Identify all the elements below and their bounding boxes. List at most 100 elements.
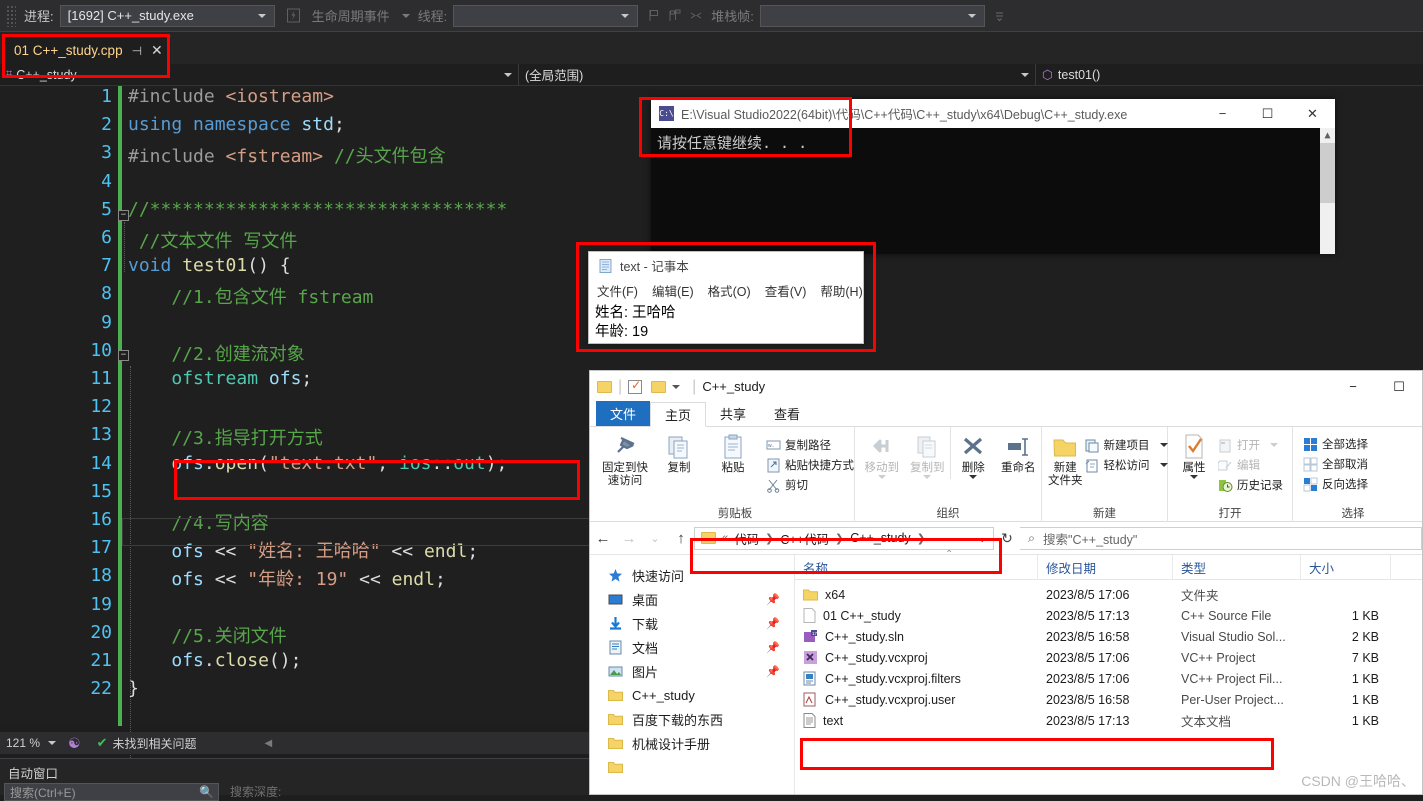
table-row[interactable]: 01 C++_study 2023/8/5 17:13 C++ Source Fil… xyxy=(795,605,1422,626)
close-button[interactable]: ✕ xyxy=(1290,99,1335,128)
pin-to-quick-access-button[interactable]: 固定到快 速访问 xyxy=(598,427,652,495)
code-line[interactable]: //3.指导打开方式 xyxy=(128,424,322,450)
code-line[interactable]: void test01() { xyxy=(128,255,291,276)
search-icon[interactable]: 🔍 xyxy=(199,785,214,799)
history-button[interactable]: 历史记录 xyxy=(1218,475,1284,495)
properties-button[interactable]: 属性 xyxy=(1172,427,1216,495)
easy-access-chevron-icon[interactable] xyxy=(1159,463,1168,467)
tab-share[interactable]: 共享 xyxy=(706,401,760,426)
table-row[interactable]: C++_study.vcxproj 2023/8/5 17:06 VC++ Proj… xyxy=(795,647,1422,668)
console-output-area[interactable]: 请按任意键继续. . . ▲ xyxy=(651,128,1335,254)
nav-member-combo[interactable]: ⬡ test01() xyxy=(1036,64,1423,86)
console-window[interactable]: C:\ E:\Visual Studio2022(64bit)\代码\C++代码… xyxy=(651,99,1335,254)
pin-icon[interactable]: 📌 xyxy=(766,641,780,654)
explorer-title-bar[interactable]: | | C++_study − ☐ xyxy=(590,371,1422,402)
zoom-chevron-icon[interactable] xyxy=(48,741,57,745)
breadcrumb-item[interactable]: 代码 xyxy=(734,529,759,548)
code-line[interactable]: #include <iostream> xyxy=(128,86,334,107)
sidebar-item[interactable]: 桌面 📌 xyxy=(590,587,794,611)
table-row[interactable]: C++_study.vcxproj.user 2023/8/5 16:58 Per-… xyxy=(795,689,1422,710)
table-row[interactable]: text 2023/8/5 17:13 文本文档 1 KB xyxy=(795,710,1422,731)
sidebar-item[interactable]: 快速访问 xyxy=(590,563,794,587)
nav-scope-combo[interactable]: (全局范围) xyxy=(519,63,1036,86)
copy-to-chevron-icon[interactable] xyxy=(923,475,932,479)
paste-button[interactable]: 粘贴 xyxy=(706,427,760,495)
nav-project-combo[interactable]: ⌗ C++_study xyxy=(0,63,519,86)
zoom-level[interactable]: 121 % xyxy=(6,736,40,750)
table-row[interactable]: x64 2023/8/5 17:06 文件夹 xyxy=(795,584,1422,605)
collapse-arrow-icon[interactable]: ◀ xyxy=(265,738,273,749)
copy-to-button[interactable]: 复制到 xyxy=(905,427,951,479)
qat-chevron-down-icon[interactable] xyxy=(672,384,681,389)
sidebar-item[interactable] xyxy=(590,755,794,779)
minimize-button[interactable]: − xyxy=(1330,371,1376,402)
sidebar-item[interactable]: 百度下载的东西 xyxy=(590,707,794,731)
tab-view[interactable]: 查看 xyxy=(760,401,814,426)
open-chevron-icon[interactable] xyxy=(1270,443,1278,447)
lifecycle-chevron-icon[interactable] xyxy=(401,13,410,18)
fold-indicator-5[interactable]: − xyxy=(118,210,129,221)
code-line[interactable]: ofstream ofs; xyxy=(128,368,312,389)
new-item-button[interactable]: 新建项目 xyxy=(1085,435,1174,455)
fold-indicator-7[interactable]: − xyxy=(118,350,129,361)
forward-button[interactable]: → xyxy=(616,530,642,547)
tab-home[interactable]: 主页 xyxy=(650,402,707,427)
scroll-thumb[interactable] xyxy=(1320,143,1335,203)
show-threads-icon[interactable] xyxy=(688,7,705,24)
scroll-up-icon[interactable]: ▲ xyxy=(1320,128,1335,143)
new-folder-button[interactable]: 新建 文件夹 xyxy=(1048,427,1083,488)
address-history-chevron-icon[interactable]: ⌄ xyxy=(978,532,987,545)
process-combo[interactable]: [1692] C++_study.exe xyxy=(59,4,275,27)
notepad-text-area[interactable]: 姓名: 王哈哈 年龄: 19 xyxy=(589,301,863,345)
file-explorer-window[interactable]: | | C++_study − ☐ 文件 主页 共享 查看 固定到快 速访问 xyxy=(589,370,1423,795)
sidebar-item[interactable]: 图片 📌 xyxy=(590,659,794,683)
easy-access-button[interactable]: 轻松访问 xyxy=(1085,455,1174,475)
sidebar-item[interactable]: C++_study xyxy=(590,683,794,707)
menu-edit[interactable]: 编辑(E) xyxy=(652,281,694,300)
editor-tab-cpp[interactable]: 01 C++_study.cpp ⊣ ✕ xyxy=(4,36,171,64)
thread-combo[interactable] xyxy=(453,4,639,27)
breadcrumb-overflow[interactable]: « xyxy=(722,532,728,544)
move-to-chevron-icon[interactable] xyxy=(877,475,886,479)
explorer-search-box[interactable]: ⌕ 搜索"C++_study" xyxy=(1020,526,1422,550)
chevron-right-icon[interactable]: ❯ xyxy=(917,532,926,545)
new-folder-quick-icon[interactable] xyxy=(651,380,667,393)
close-icon[interactable]: ✕ xyxy=(151,42,163,59)
maximize-button[interactable]: ☐ xyxy=(1245,99,1290,128)
copy-path-button[interactable]: w.. 复制路径 xyxy=(766,435,854,455)
code-line[interactable]: //5.关闭文件 xyxy=(128,622,286,648)
properties-chevron-icon[interactable] xyxy=(1190,475,1198,479)
flag-threads-icon[interactable] xyxy=(667,7,684,24)
new-item-chevron-icon[interactable] xyxy=(1159,443,1168,447)
column-header-size[interactable]: 大小 xyxy=(1301,554,1391,580)
back-button[interactable]: ← xyxy=(590,530,616,547)
maximize-button[interactable]: ☐ xyxy=(1376,371,1422,402)
sidebar-item[interactable]: 机械设计手册 xyxy=(590,731,794,755)
delete-button[interactable]: 删除 xyxy=(950,427,996,479)
refresh-button[interactable]: ↻ xyxy=(994,530,1020,547)
pin-icon[interactable]: ⊣ xyxy=(132,44,142,58)
pin-icon[interactable]: 📌 xyxy=(766,665,780,678)
code-line[interactable]: ofs.close(); xyxy=(128,650,301,671)
code-line[interactable]: //1.包含文件 fstream xyxy=(128,283,373,309)
up-button[interactable]: ↑ xyxy=(668,530,694,547)
intellicode-icon[interactable]: ☯ xyxy=(68,735,81,752)
toolbar-grip[interactable] xyxy=(6,4,16,27)
move-to-button[interactable]: 移动到 xyxy=(859,427,905,479)
delete-chevron-icon[interactable] xyxy=(969,475,978,479)
flag-icon[interactable] xyxy=(646,7,663,24)
autos-search-input[interactable]: 搜索(Ctrl+E) 🔍 xyxy=(4,783,219,801)
code-line[interactable]: ofs << "年龄: 19" << endl; xyxy=(128,565,445,591)
table-row[interactable]: C++_study.vcxproj.filters 2023/8/5 17:06 V… xyxy=(795,668,1422,689)
column-header-name[interactable]: 名称 xyxy=(795,554,1038,580)
address-bar[interactable]: « 代码 ❯ C++代码 ❯ C++_study ❯ ⌄ xyxy=(694,526,994,550)
edit-button[interactable]: 编辑 xyxy=(1218,455,1284,475)
menu-file[interactable]: 文件(F) xyxy=(597,281,638,300)
rename-button[interactable]: 重命名 xyxy=(996,427,1042,479)
open-button[interactable]: 打开 xyxy=(1218,435,1284,455)
menu-view[interactable]: 查看(V) xyxy=(765,281,807,300)
properties-quick-icon[interactable] xyxy=(628,378,643,394)
pin-icon[interactable]: 📌 xyxy=(766,593,780,606)
stackframe-combo[interactable] xyxy=(759,4,985,27)
explorer-navigation-pane[interactable]: 快速访问 桌面 📌 下载 📌 文档 📌 图片 📌 C++_study 百度下载的东西 机械设计手册 xyxy=(590,555,795,794)
